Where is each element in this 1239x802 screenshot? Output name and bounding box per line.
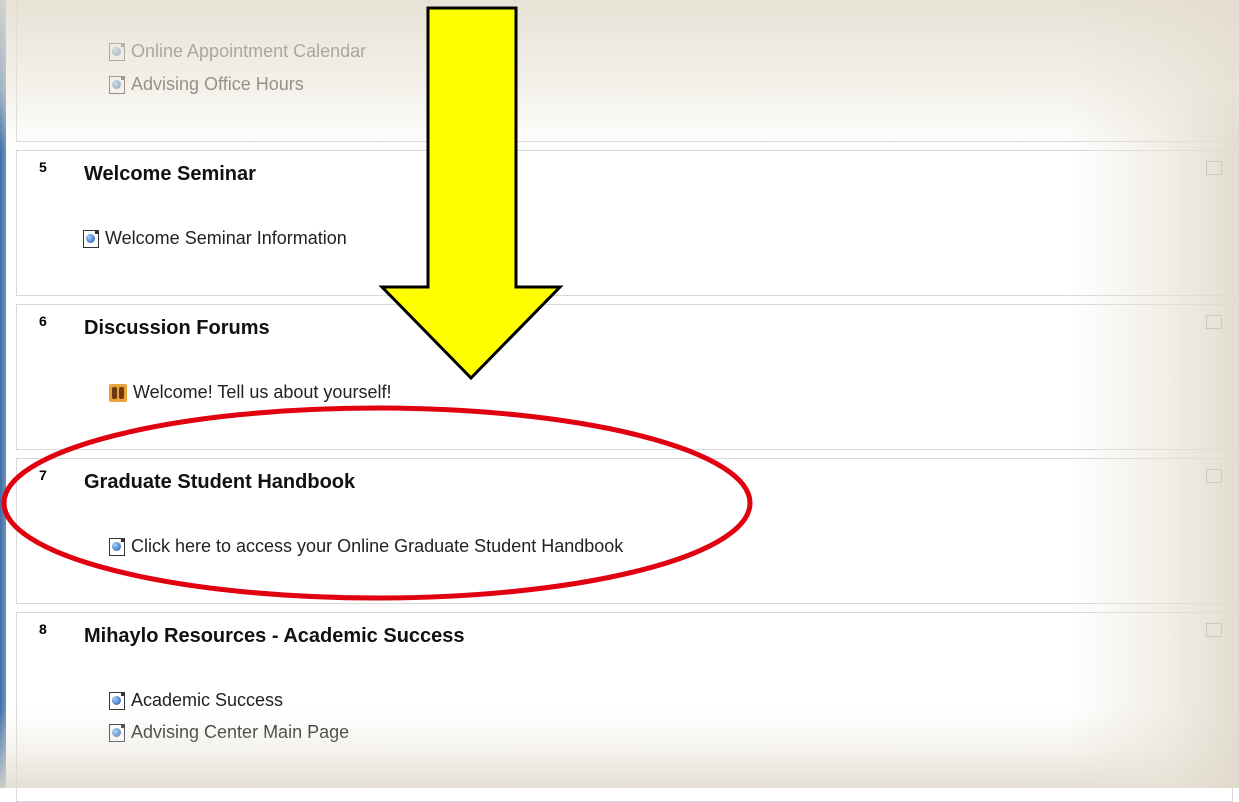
highlight-checkbox[interactable] xyxy=(1206,315,1222,329)
resource-label[interactable]: Welcome Seminar Information xyxy=(105,228,347,249)
resource-link-advising-office-hours[interactable]: Advising Office Hours xyxy=(109,74,304,95)
topic-8-section: 8 Mihaylo Resources - Academic Success A… xyxy=(16,612,1233,802)
resource-label[interactable]: Advising Office Hours xyxy=(131,74,304,95)
topic-5-section: 5 Welcome Seminar Welcome Seminar Inform… xyxy=(16,150,1233,296)
web-page-icon xyxy=(109,537,125,556)
topic-title: Welcome Seminar xyxy=(84,163,256,185)
topic-title: Discussion Forums xyxy=(84,317,270,339)
resource-link-welcome-seminar-information[interactable]: Welcome Seminar Information xyxy=(83,228,347,249)
resource-label[interactable]: Academic Success xyxy=(131,690,283,711)
topic-title: Graduate Student Handbook xyxy=(84,471,356,493)
topic-number: 7 xyxy=(39,467,47,483)
highlight-checkbox[interactable] xyxy=(1206,161,1222,175)
resource-link-forum-welcome[interactable]: Welcome! Tell us about yourself! xyxy=(109,382,391,403)
resource-label[interactable]: Welcome! Tell us about yourself! xyxy=(133,382,391,403)
forum-icon xyxy=(109,383,127,402)
web-page-icon xyxy=(109,75,125,94)
web-page-icon xyxy=(83,229,99,248)
topic-number: 8 xyxy=(39,621,47,637)
highlight-checkbox[interactable] xyxy=(1206,469,1222,483)
resource-label[interactable]: Advising Center Main Page xyxy=(131,722,349,743)
topic-title: Mihaylo Resources - Academic Success xyxy=(84,625,465,647)
topic-number: 6 xyxy=(39,313,47,329)
web-page-icon xyxy=(109,42,125,61)
resource-label[interactable]: Online Appointment Calendar xyxy=(131,41,366,62)
topic-number: 5 xyxy=(39,159,47,175)
topic-4-section: Online Appointment Calendar Advising Off… xyxy=(16,0,1233,142)
resource-link-academic-success[interactable]: Academic Success xyxy=(109,690,283,711)
left-border xyxy=(0,0,6,788)
resource-label[interactable]: Click here to access your Online Graduat… xyxy=(131,536,623,557)
resource-link-online-appointment-calendar[interactable]: Online Appointment Calendar xyxy=(109,41,366,62)
highlight-checkbox[interactable] xyxy=(1206,623,1222,637)
web-page-icon xyxy=(109,691,125,710)
resource-link-advising-center-main-page[interactable]: Advising Center Main Page xyxy=(109,722,349,743)
topic-6-section: 6 Discussion Forums Welcome! Tell us abo… xyxy=(16,304,1233,450)
topic-7-section: 7 Graduate Student Handbook Click here t… xyxy=(16,458,1233,604)
web-page-icon xyxy=(109,723,125,742)
resource-link-graduate-student-handbook[interactable]: Click here to access your Online Graduat… xyxy=(109,536,623,557)
